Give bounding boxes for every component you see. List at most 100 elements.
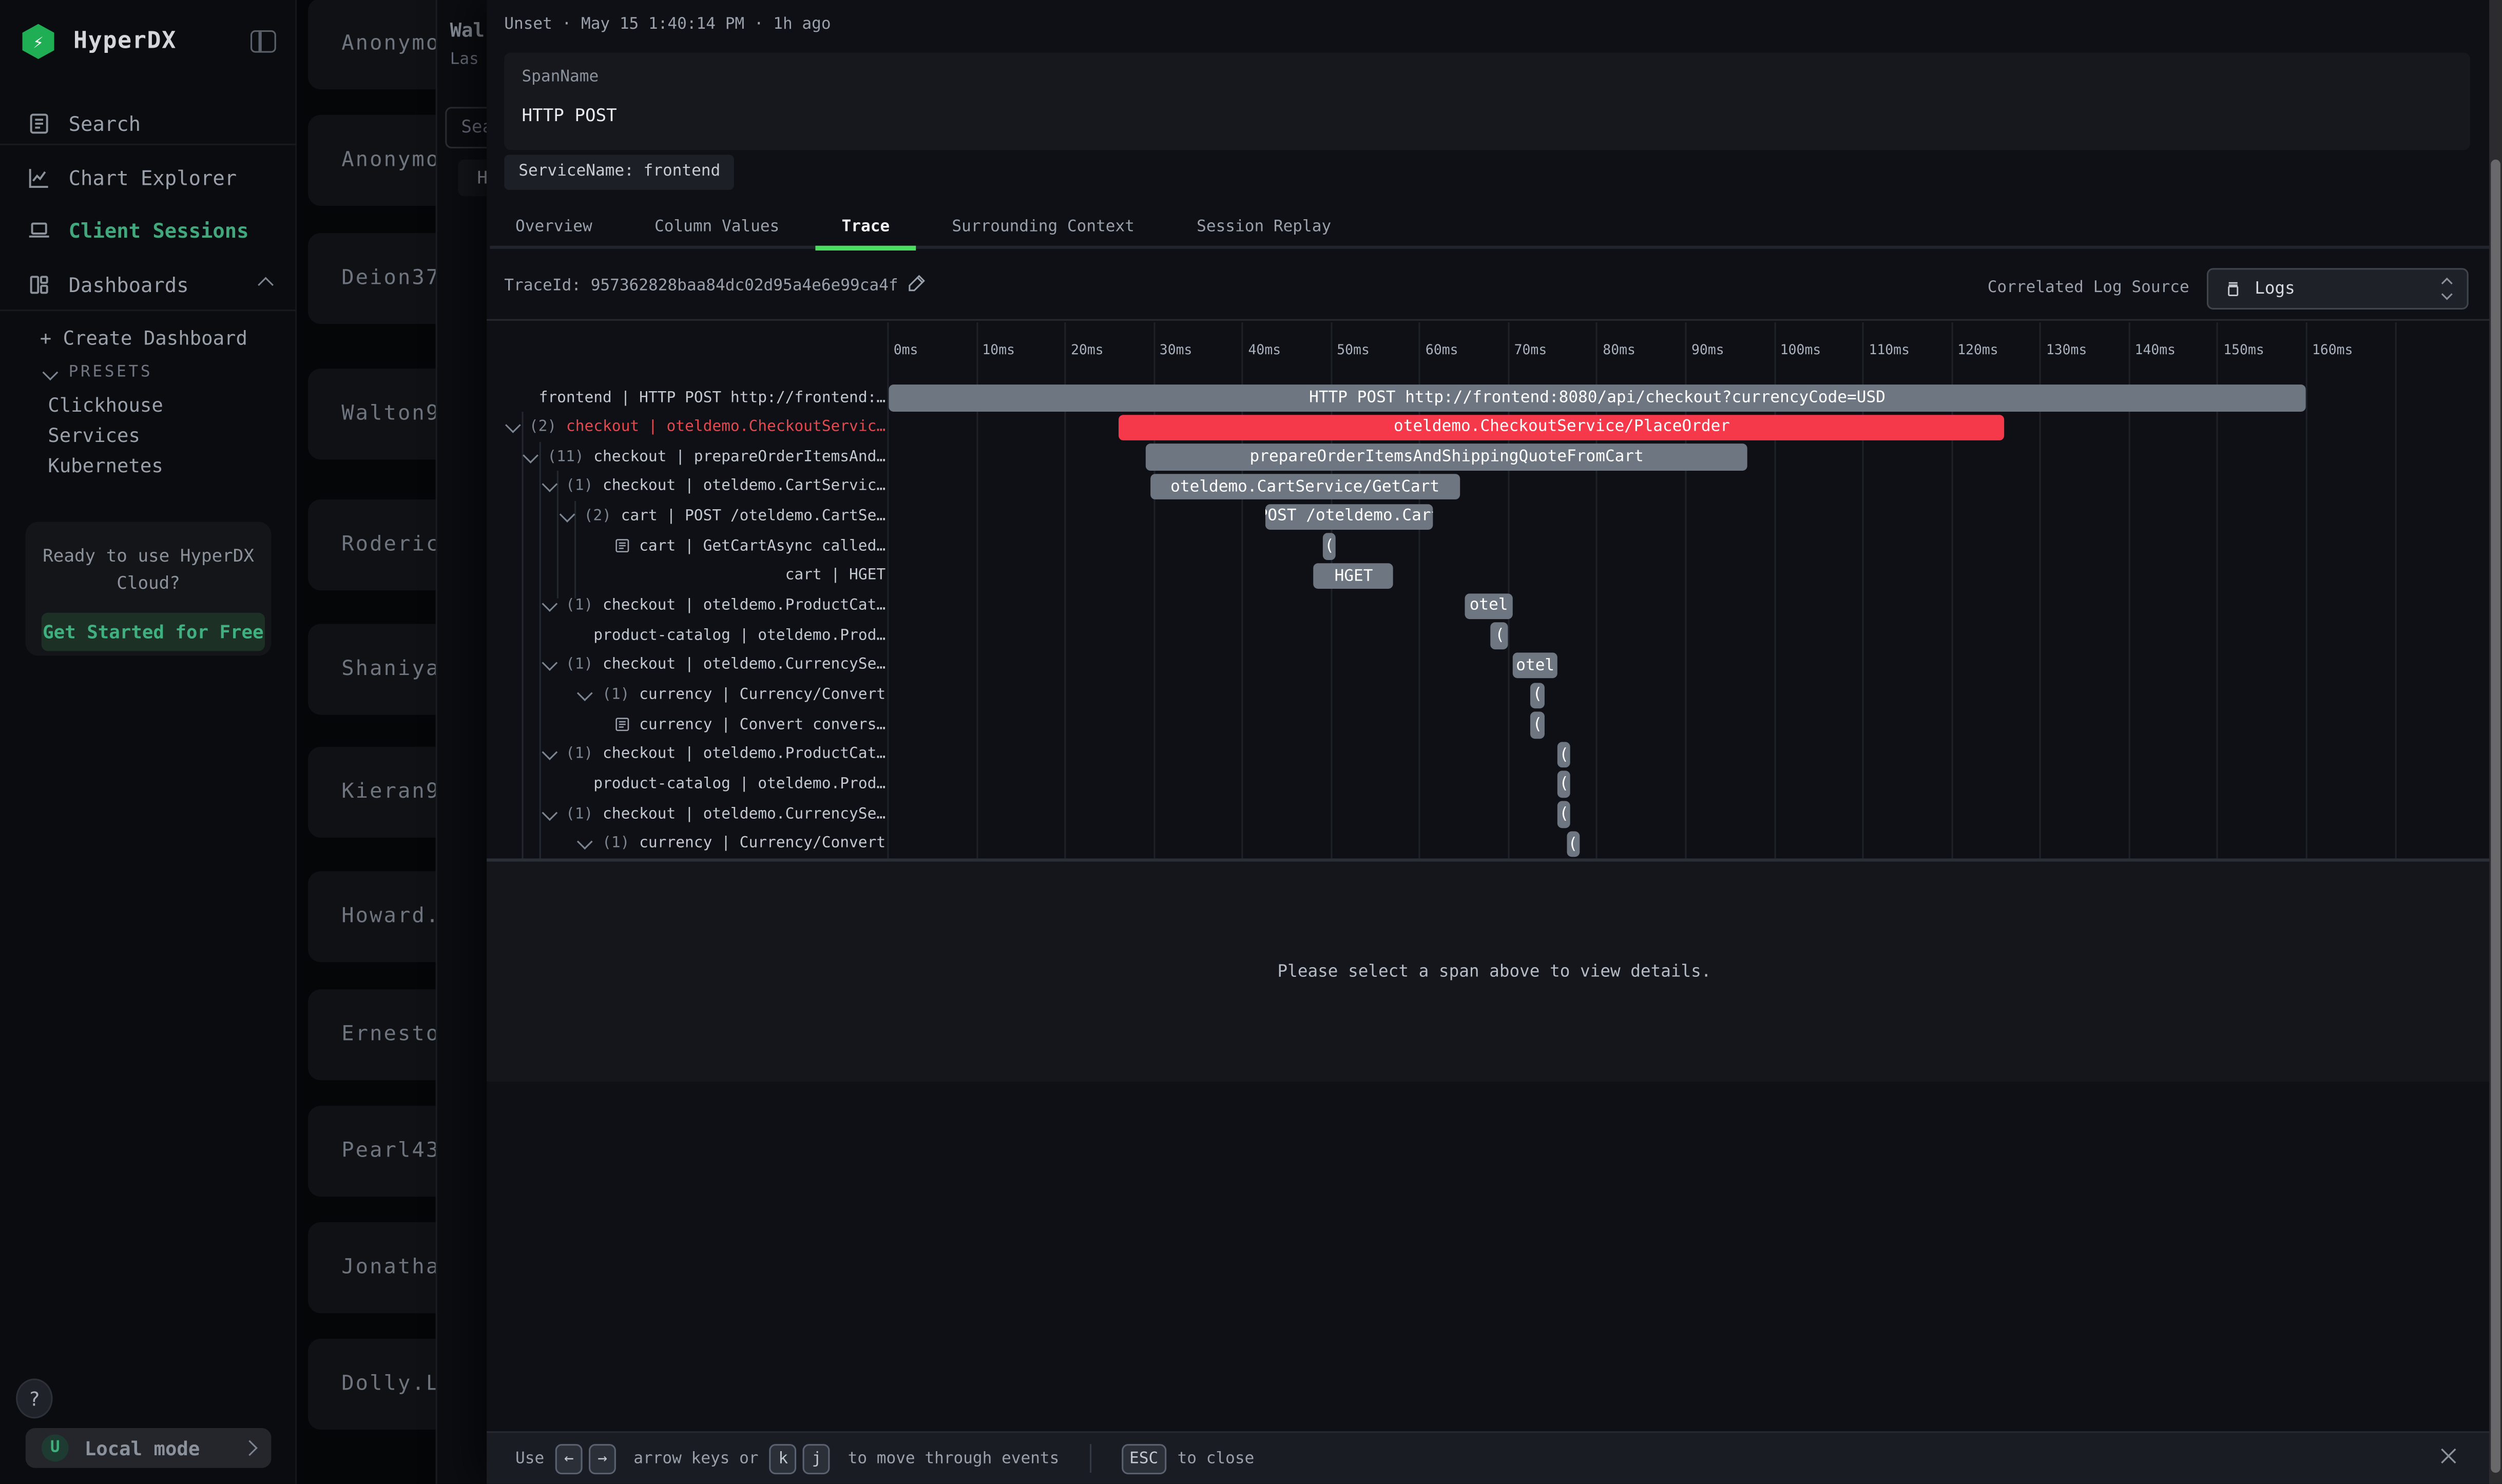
span-bar-label: HTTP POST http://frontend:8080/api/check… (1309, 389, 1885, 407)
tab-column-values[interactable]: Column Values (629, 209, 805, 250)
chevron-down-icon[interactable] (578, 685, 593, 701)
sidebar-item-search[interactable]: Search (0, 99, 297, 147)
span-tree-row[interactable]: (1)checkout | oteldemo.CartServic… (503, 472, 886, 501)
edit-pencil-icon[interactable] (908, 273, 927, 292)
span-tree-row[interactable]: (1)checkout | oteldemo.CurrencySe… (503, 651, 886, 680)
service-name-badge[interactable]: ServiceName: frontend (504, 155, 735, 190)
span-bar[interactable]: ( (1531, 712, 1544, 738)
sidebar-item-label: Client Sessions (69, 218, 249, 242)
preset-kubernetes[interactable]: Kubernetes (48, 455, 163, 477)
span-tree-row[interactable]: frontend | HTTP POST http://frontend:… (503, 383, 886, 412)
create-dashboard-link[interactable]: + Create Dashboard (40, 327, 247, 350)
span-bar[interactable]: otel (1513, 652, 1557, 679)
chevron-down-icon[interactable] (541, 804, 557, 820)
span-bar[interactable]: ( (1491, 623, 1508, 649)
sidebar-item-chart-explorer[interactable]: Chart Explorer (0, 153, 297, 201)
span-bar[interactable]: oteldemo.CheckoutService/PlaceOrder (1119, 414, 2005, 440)
span-bar[interactable]: otel (1465, 593, 1513, 619)
span-bar[interactable]: ( (1323, 533, 1336, 560)
close-icon[interactable] (2433, 1441, 2462, 1470)
span-tree-row[interactable]: product-catalog | oteldemo.Prod… (503, 770, 886, 799)
span-tree-row[interactable]: (2)checkout | oteldemo.CheckoutServic… (503, 413, 886, 441)
tab-session-replay[interactable]: Session Replay (1171, 209, 1356, 250)
chevron-down-icon[interactable] (541, 596, 557, 612)
child-count: (1) (566, 597, 593, 614)
span-bar[interactable]: ( (1531, 682, 1544, 708)
correlated-log-source-label: Correlated Log Source (1988, 279, 2189, 297)
preset-services[interactable]: Services (48, 425, 140, 447)
span-bar-label: ( (1559, 805, 1569, 823)
span-bar[interactable]: HGET (1314, 563, 1393, 589)
span-label: cart | GetCartAsync called… (639, 537, 886, 555)
span-tree-row[interactable]: (1)checkout | oteldemo.ProductCat… (503, 740, 886, 769)
span-tree-row[interactable]: (2)cart | POST /oteldemo.CartSe… (503, 502, 886, 531)
span-bar-label: ( (1568, 835, 1578, 853)
span-bar-label: ( (1495, 627, 1505, 644)
tab-overview[interactable]: Overview (490, 209, 618, 250)
span-tree-row[interactable]: cart | HGET (503, 562, 886, 590)
time-tick-label: 40ms (1248, 343, 1281, 359)
hint-text: to close (1178, 1450, 1255, 1467)
page-scrollbar[interactable] (2489, 0, 2502, 1484)
cloud-promo-text: Ready to use HyperDX Cloud? (42, 544, 256, 597)
placeholder-text: Please select a span above to view detai… (1278, 962, 1711, 981)
sidebar-collapse-icon[interactable] (251, 30, 276, 53)
chevron-down-icon[interactable] (523, 447, 538, 463)
session-search-input[interactable]: Sea (445, 107, 487, 148)
span-tree-row[interactable]: (1)currency | Currency/Convert (503, 830, 886, 858)
span-tree-row[interactable]: (11)checkout | prepareOrderItemsAnd… (503, 442, 886, 471)
chevron-down-icon[interactable] (578, 834, 593, 850)
span-tree-row[interactable]: (1)checkout | oteldemo.CurrencySe… (503, 800, 886, 828)
span-bar-label: ( (1559, 746, 1569, 763)
time-tick-label: 10ms (982, 343, 1015, 359)
chevron-down-icon[interactable] (541, 656, 557, 671)
span-label: checkout | oteldemo.CurrencySe… (603, 657, 886, 674)
span-bar-label: otel (1516, 657, 1554, 674)
span-bar[interactable]: ( (1557, 742, 1571, 768)
scrollbar-thumb[interactable] (2490, 160, 2500, 1473)
local-mode-menu[interactable]: U Local mode (26, 1428, 272, 1468)
span-bar-label: oteldemo.CartService/GetCart (1170, 478, 1439, 496)
span-details-placeholder: Please select a span above to view detai… (487, 862, 2502, 1082)
help-button[interactable]: ? (16, 1379, 52, 1419)
presets-section-header[interactable]: PRESETS (45, 364, 152, 381)
time-tick-label: 120ms (1957, 343, 1998, 359)
span-bar[interactable]: prepareOrderItemsAndShippingQuoteFromCar… (1146, 444, 1748, 470)
span-tree-row[interactable]: (1)checkout | oteldemo.ProductCat… (503, 591, 886, 620)
span-bar[interactable]: ( (1557, 801, 1571, 827)
span-label: product-catalog | oteldemo.Prod… (593, 627, 886, 644)
chevron-down-icon[interactable] (541, 477, 557, 493)
span-tree-row[interactable]: cart | GetCartAsync called… (503, 532, 886, 561)
dashboard-grid-icon (27, 272, 51, 296)
span-tree-row[interactable]: currency | Convert convers… (503, 710, 886, 739)
get-started-button[interactable]: Get Started for Free (42, 613, 265, 651)
span-tree-row[interactable]: product-catalog | oteldemo.Prod… (503, 621, 886, 650)
chevron-down-icon[interactable] (560, 507, 575, 523)
child-count: (1) (566, 478, 593, 495)
span-bar-label: oteldemo.CheckoutService/PlaceOrder (1394, 419, 1730, 436)
sidebar-item-label: Search (69, 111, 141, 135)
chart-icon (27, 165, 51, 189)
tab-surrounding-context[interactable]: Surrounding Context (927, 209, 1160, 250)
span-tree-row[interactable]: (1)currency | Currency/Convert (503, 681, 886, 709)
preset-clickhouse[interactable]: Clickhouse (48, 394, 163, 417)
grid-line (2394, 322, 2396, 858)
session-detail-panel: Wal Las Sea H ⇄ (436, 0, 487, 1484)
sidebar-divider (0, 310, 297, 311)
span-bar[interactable]: ( (1566, 831, 1580, 857)
log-source-select[interactable]: Logs (2207, 268, 2469, 310)
chevron-down-icon[interactable] (505, 417, 521, 433)
span-bar[interactable]: ( (1557, 772, 1571, 798)
span-label: product-catalog | oteldemo.Prod… (593, 775, 886, 793)
time-tick-label: 0ms (894, 343, 918, 359)
hyperdx-app: ⚡ HyperDX Search Chart Explorer Client S… (0, 0, 2502, 1484)
span-bar[interactable]: POST /oteldemo.Cart (1265, 504, 1434, 530)
sidebar-item-dashboards[interactable]: Dashboards (0, 260, 297, 308)
span-bar[interactable]: HTTP POST http://frontend:8080/api/check… (889, 384, 2305, 411)
chevron-down-icon[interactable] (541, 745, 557, 761)
session-filter-button[interactable]: H (458, 160, 487, 196)
tab-trace[interactable]: Trace (816, 209, 915, 250)
time-tick-label: 70ms (1514, 343, 1547, 359)
span-bar[interactable]: oteldemo.CartService/GetCart (1150, 474, 1460, 500)
sidebar-item-client-sessions[interactable]: Client Sessions (0, 206, 297, 254)
